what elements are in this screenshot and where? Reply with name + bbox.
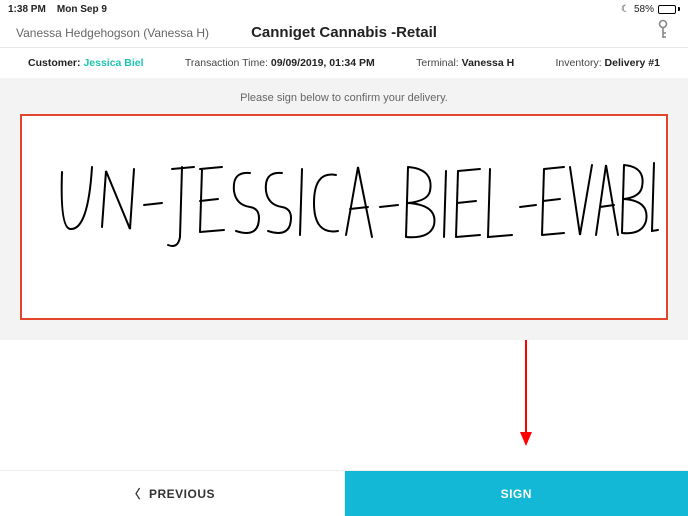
info-customer-value[interactable]: Jessica Biel — [83, 57, 143, 69]
content-spacer — [0, 340, 688, 470]
info-terminal-value: Vanessa H — [462, 57, 515, 69]
app-header: Vanessa Hedgehogson (Vanessa H) Canniget… — [0, 18, 688, 48]
chevron-left-icon: 〈 — [128, 485, 141, 502]
info-terminal: Terminal: Vanessa H — [416, 57, 514, 69]
key-icon[interactable] — [654, 19, 672, 46]
annotation-arrow-icon — [520, 340, 532, 446]
info-transaction-value: 09/09/2019, 01:34 PM — [271, 57, 375, 69]
status-time-date: 1:38 PM Mon Sep 9 — [8, 4, 107, 15]
ios-status-bar: 1:38 PM Mon Sep 9 ☾ 58% — [0, 0, 688, 18]
info-inventory-label: Inventory: — [556, 57, 602, 69]
instruction-text: Please sign below to confirm your delive… — [0, 78, 688, 114]
status-date: Mon Sep 9 — [57, 4, 107, 15]
info-inventory-value: Delivery #1 — [605, 57, 660, 69]
previous-button-label: PREVIOUS — [149, 487, 215, 501]
signature-pad[interactable] — [20, 114, 668, 320]
sign-button-label: SIGN — [501, 487, 532, 501]
info-transaction-time: Transaction Time: 09/09/2019, 01:34 PM — [185, 57, 375, 69]
info-customer: Customer: Jessica Biel — [28, 57, 144, 69]
dnd-moon-icon: ☾ — [621, 4, 630, 15]
sign-button[interactable]: SIGN — [345, 471, 688, 516]
info-terminal-label: Terminal: — [416, 57, 459, 69]
battery-percent: 58% — [634, 4, 654, 15]
battery-icon — [658, 5, 680, 14]
info-customer-label: Customer: — [28, 57, 81, 69]
status-right: ☾ 58% — [621, 4, 680, 15]
signature-area — [0, 114, 688, 340]
transaction-info-bar: Customer: Jessica Biel Transaction Time:… — [0, 48, 688, 78]
status-time: 1:38 PM — [8, 4, 46, 15]
info-transaction-label: Transaction Time: — [185, 57, 268, 69]
info-inventory: Inventory: Delivery #1 — [556, 57, 661, 69]
current-user: Vanessa Hedgehogson (Vanessa H) — [16, 26, 209, 40]
button-bar: 〈 PREVIOUS SIGN — [0, 470, 688, 516]
previous-button[interactable]: 〈 PREVIOUS — [0, 471, 345, 516]
